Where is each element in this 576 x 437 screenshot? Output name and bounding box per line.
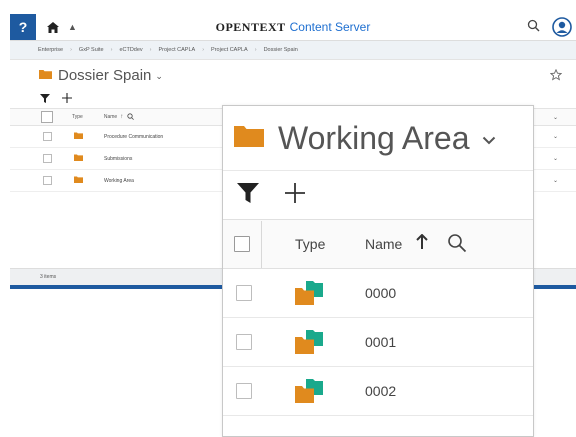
page-title[interactable]: Dossier Spain: [58, 67, 151, 84]
favorite-star-icon[interactable]: [549, 68, 563, 86]
row-name[interactable]: Submissions: [104, 156, 132, 162]
row-checkbox[interactable]: [236, 285, 252, 301]
table-row[interactable]: 0001: [223, 318, 533, 367]
row-checkbox[interactable]: [43, 176, 52, 185]
breadcrumb-item[interactable]: GxP Suite: [79, 47, 104, 53]
filter-icon[interactable]: [237, 182, 259, 208]
breadcrumb-item[interactable]: Enterprise: [38, 47, 63, 53]
folder-icon: [74, 132, 83, 141]
row-checkbox[interactable]: [236, 383, 252, 399]
row-name[interactable]: 0002: [365, 383, 396, 399]
home-icon[interactable]: [42, 21, 64, 33]
folder-icon: [234, 125, 264, 152]
select-all-checkbox[interactable]: [41, 111, 53, 123]
breadcrumb-item[interactable]: Project CAPLA: [211, 47, 248, 53]
brand-logo: OPENTEXT Content Server: [10, 14, 576, 40]
zoom-toolbar: [223, 170, 533, 219]
breadcrumb-item[interactable]: eCTDdev: [119, 47, 142, 53]
filter-icon[interactable]: [40, 90, 50, 108]
page-header: Dossier Spain ⌄: [10, 60, 576, 90]
column-type[interactable]: Type: [72, 114, 83, 120]
breadcrumb-item[interactable]: Project CAPLA: [159, 47, 196, 53]
help-button[interactable]: ?: [10, 14, 36, 40]
brand-name: OPENTEXT: [215, 19, 286, 34]
column-name[interactable]: Name: [104, 114, 117, 120]
chevron-down-icon[interactable]: ⌄: [553, 114, 558, 121]
row-name[interactable]: 0001: [365, 334, 396, 350]
search-icon[interactable]: [127, 112, 135, 122]
table-row[interactable]: 0002: [223, 367, 533, 416]
folder-icon: [39, 66, 52, 84]
add-icon[interactable]: [285, 182, 305, 208]
table-header: Type Name: [223, 219, 533, 269]
row-checkbox[interactable]: [43, 154, 52, 163]
row-name[interactable]: 0000: [365, 285, 396, 301]
chevron-up-icon[interactable]: ▲: [68, 22, 77, 32]
table-row[interactable]: 0000: [223, 269, 533, 318]
sort-ascending-icon[interactable]: [416, 233, 428, 255]
breadcrumb: Enterprise › GxP Suite › eCTDdev › Project …: [10, 41, 576, 60]
folder-icon: [74, 154, 83, 163]
row-checkbox[interactable]: [43, 132, 52, 141]
zoom-header: Working Area: [223, 106, 533, 170]
chevron-down-icon[interactable]: ⌄: [553, 133, 558, 140]
compound-document-icon: [293, 328, 325, 361]
chevron-down-icon[interactable]: ⌄: [553, 155, 558, 162]
select-all-checkbox[interactable]: [234, 236, 250, 252]
column-name[interactable]: Name: [365, 236, 402, 252]
chevron-down-icon[interactable]: [482, 132, 496, 150]
top-bar: ? ▲ OPENTEXT Content Server: [10, 14, 576, 41]
search-icon[interactable]: [447, 233, 467, 258]
brand-product: Content Server: [289, 20, 371, 34]
sort-ascending-icon[interactable]: ↑: [120, 114, 123, 120]
search-icon[interactable]: [527, 19, 540, 37]
row-checkbox[interactable]: [236, 334, 252, 350]
row-name[interactable]: Procedure Communication: [104, 134, 163, 140]
add-icon[interactable]: [62, 90, 72, 108]
breadcrumb-item[interactable]: Dossier Spain: [264, 47, 298, 53]
folder-title[interactable]: Working Area: [278, 120, 470, 157]
compound-document-icon: [293, 279, 325, 312]
user-avatar-icon[interactable]: [552, 17, 572, 42]
select-all-cell: [223, 220, 262, 268]
chevron-down-icon[interactable]: ⌄: [553, 177, 558, 184]
compound-document-icon: [293, 377, 325, 410]
column-type[interactable]: Type: [295, 236, 325, 252]
folder-icon: [74, 176, 83, 185]
zoom-panel: Working Area Type Name 0000 0001 0002: [222, 105, 534, 437]
chevron-down-icon[interactable]: ⌄: [155, 71, 163, 82]
row-name[interactable]: Working Area: [104, 178, 134, 184]
